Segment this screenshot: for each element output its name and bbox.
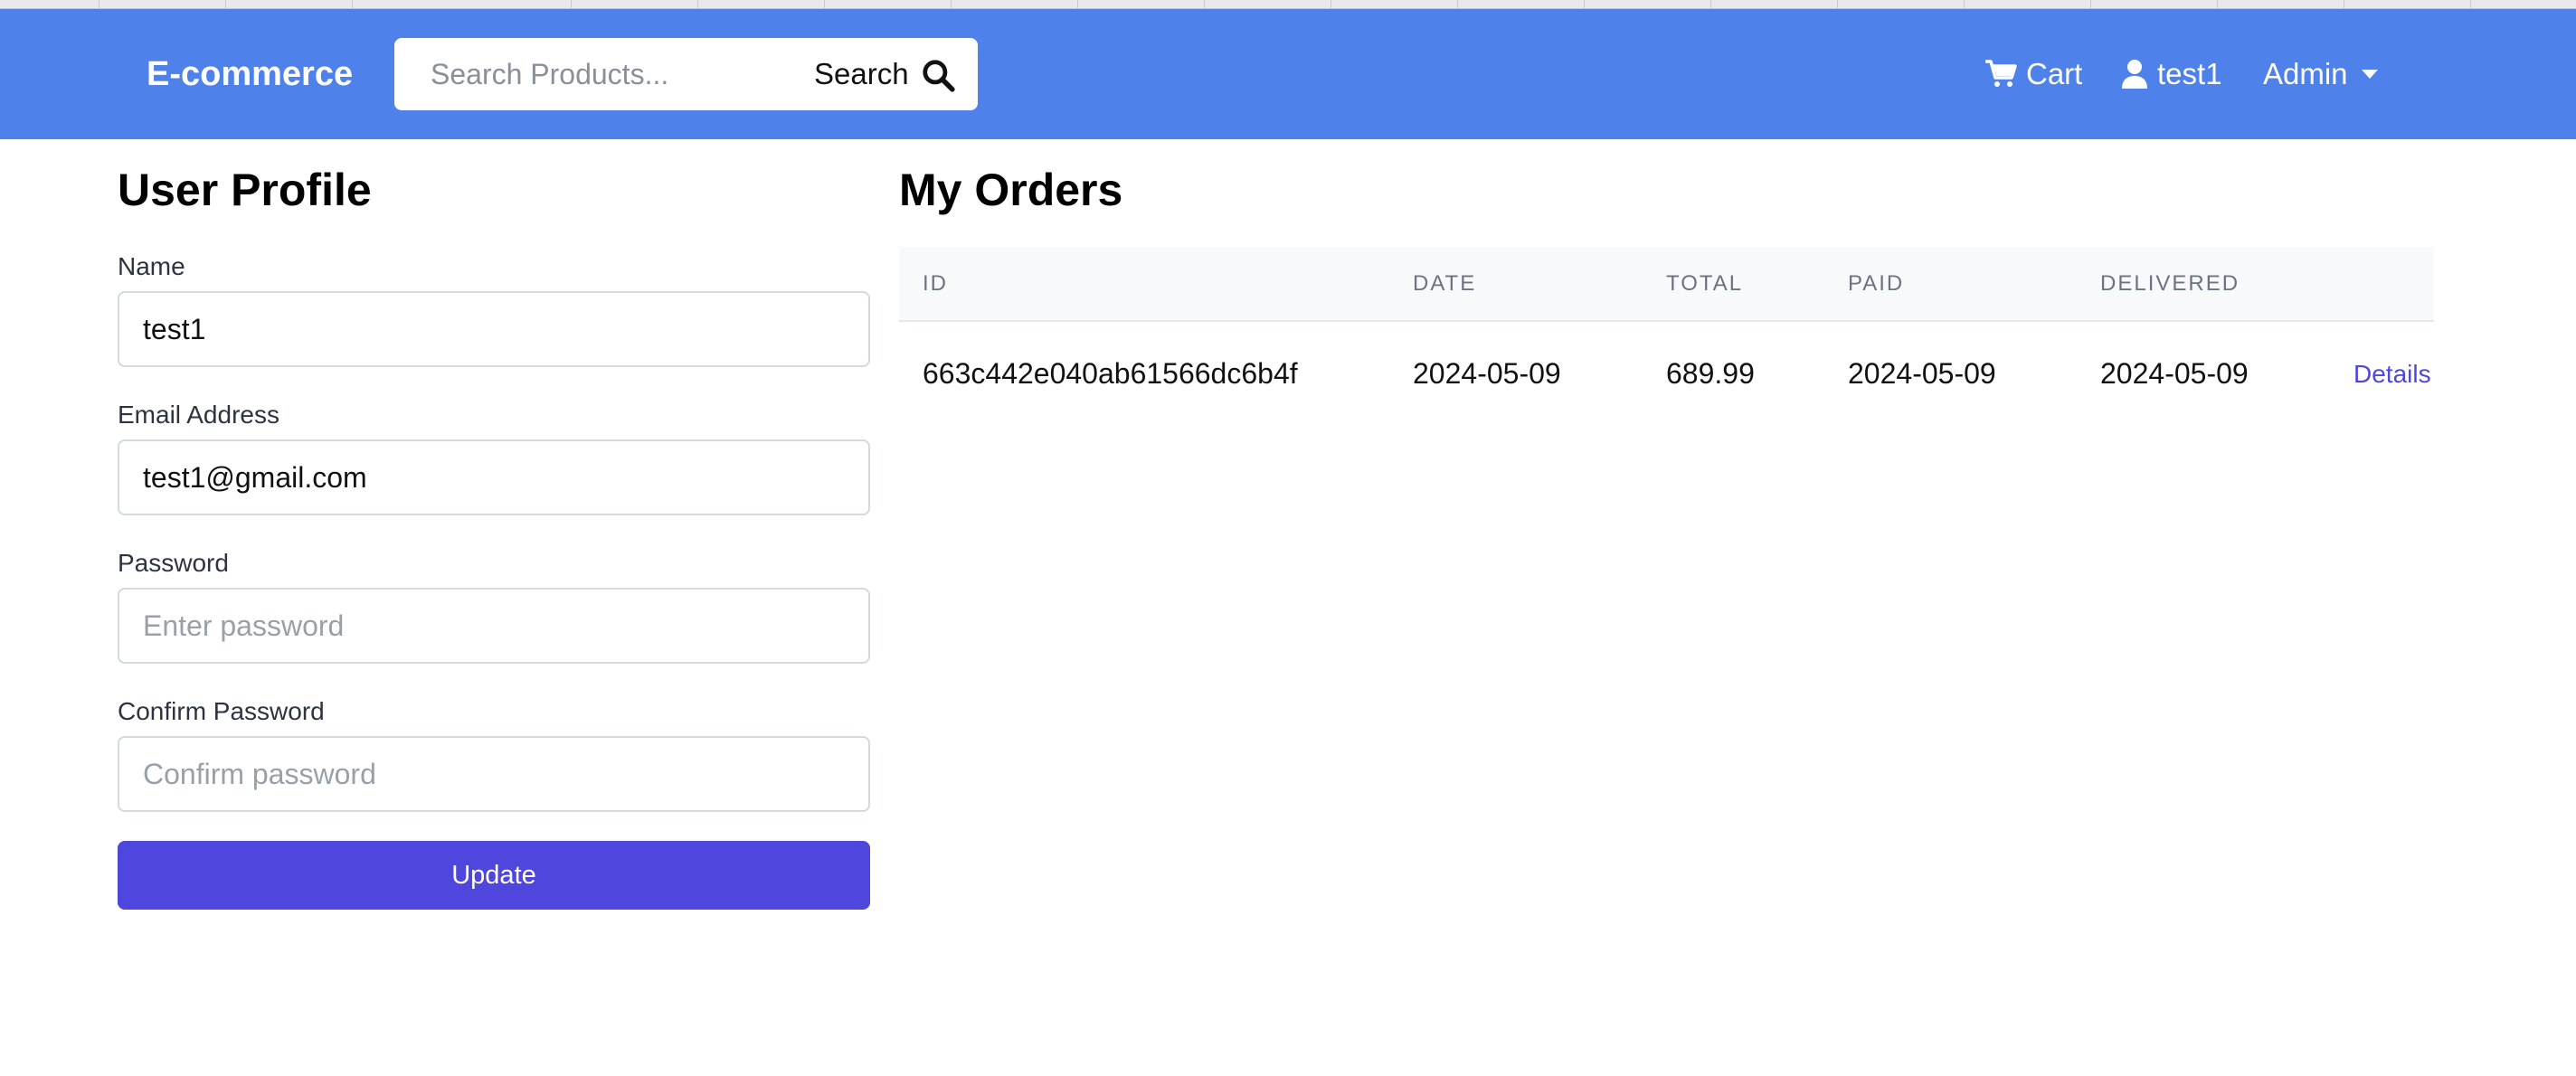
password-field[interactable] xyxy=(118,588,870,664)
order-id-cell: 663c442e040ab61566dc6b4f xyxy=(923,357,1298,390)
email-field[interactable] xyxy=(118,439,870,515)
confirm-password-label: Confirm Password xyxy=(118,697,325,725)
orders-table: ID DATE TOTAL PAID DELIVERED 663c442e040… xyxy=(899,247,2434,426)
column-header-paid: PAID xyxy=(1848,270,1905,296)
column-header-total: TOTAL xyxy=(1666,270,1744,296)
email-label: Email Address xyxy=(118,401,279,429)
password-label: Password xyxy=(118,549,229,577)
browser-tab-strip xyxy=(0,0,2576,9)
orders-title: My Orders xyxy=(899,165,1123,215)
order-total-cell: 689.99 xyxy=(1666,357,1755,390)
column-header-date: DATE xyxy=(1413,270,1477,296)
column-header-delivered: DELIVERED xyxy=(2100,270,2240,296)
search-icon[interactable] xyxy=(921,58,955,92)
order-paid-cell: 2024-05-09 xyxy=(1848,357,1996,390)
column-header-id: ID xyxy=(923,270,948,296)
nav-cart-link[interactable]: Cart xyxy=(1984,52,2082,96)
order-date-cell: 2024-05-09 xyxy=(1413,357,1561,390)
nav-user-label: test1 xyxy=(2157,57,2222,90)
caret-down-icon xyxy=(2361,70,2378,79)
order-delivered-cell: 2024-05-09 xyxy=(2100,357,2249,390)
navbar: E-commerce Search Cart test1 Admin xyxy=(0,9,2576,139)
nav-user-link[interactable]: test1 xyxy=(2121,52,2222,96)
search-button-label: Search xyxy=(814,57,909,90)
brand-logo-link[interactable]: E-commerce xyxy=(147,54,353,94)
name-label: Name xyxy=(118,252,185,280)
orders-header-row: ID DATE TOTAL PAID DELIVERED xyxy=(899,247,2434,321)
nav-cart-label: Cart xyxy=(2026,57,2083,90)
column-header-actions xyxy=(2330,247,2434,321)
name-field[interactable] xyxy=(118,291,870,367)
table-row: 663c442e040ab61566dc6b4f 2024-05-09 689.… xyxy=(899,321,2434,426)
search-form: Search xyxy=(394,38,978,110)
profile-title: User Profile xyxy=(118,165,372,215)
nav-admin-dropdown[interactable]: Admin xyxy=(2263,52,2379,96)
user-icon xyxy=(2122,60,2147,89)
nav-admin-label: Admin xyxy=(2263,57,2348,90)
cart-icon xyxy=(1985,60,2017,87)
search-input[interactable] xyxy=(394,38,792,110)
update-button[interactable]: Update xyxy=(118,841,870,910)
confirm-password-field[interactable] xyxy=(118,736,870,812)
order-details-link[interactable]: Details xyxy=(2330,321,2434,426)
